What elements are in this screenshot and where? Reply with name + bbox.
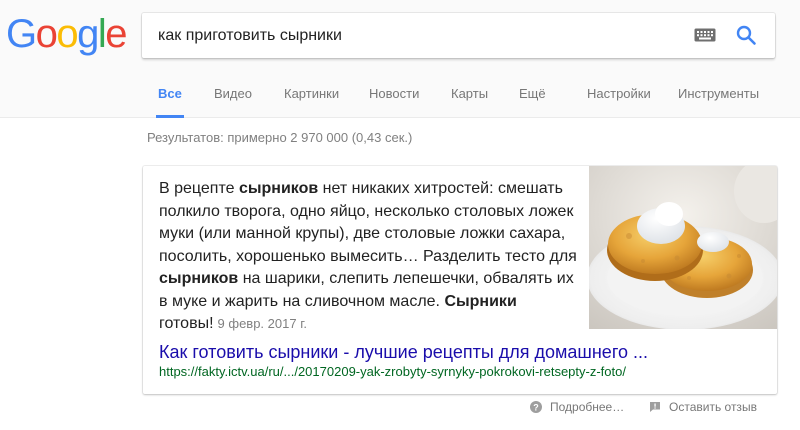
tab-all[interactable]: Все: [156, 72, 184, 118]
more-info-link[interactable]: ? Подробнее…: [530, 400, 624, 414]
svg-text:?: ?: [533, 403, 539, 413]
tab-settings[interactable]: Настройки: [587, 72, 651, 118]
snippet-part: готовы!: [159, 315, 214, 332]
syrniki-photo[interactable]: [589, 166, 777, 329]
logo-letter: o: [56, 12, 78, 56]
result-title-link[interactable]: Как готовить сырники - лучшие рецепты дл…: [159, 342, 648, 363]
logo-letter: l: [97, 12, 107, 56]
tab-news[interactable]: Новости: [369, 72, 419, 118]
header: Google Все Видео Картинки Новости Карты …: [0, 0, 800, 118]
result-stats: Результатов: примерно 2 970 000 (0,43 се…: [147, 130, 413, 145]
logo-letter: G: [6, 12, 37, 56]
help-icon: ?: [530, 401, 542, 413]
snippet-highlight: сырников: [159, 270, 239, 287]
logo-letter: o: [35, 12, 58, 56]
search-input[interactable]: [158, 13, 678, 58]
snippet-highlight: сырников: [238, 180, 319, 197]
tab-more[interactable]: Ещё: [519, 72, 546, 118]
feedback-label: Оставить отзыв: [669, 400, 757, 414]
result-url[interactable]: https://fakty.ictv.ua/ru/.../20170209-ya…: [159, 364, 626, 379]
snippet-text: В рецепте сырников нет никаких хитростей…: [159, 178, 579, 336]
tab-video[interactable]: Видео: [214, 72, 252, 118]
logo-letter: g: [77, 12, 99, 56]
search-box: [142, 13, 775, 58]
google-logo[interactable]: Google: [6, 10, 127, 58]
feedback-icon: [650, 402, 660, 412]
logo-letter: e: [105, 12, 127, 56]
more-info-label: Подробнее…: [550, 400, 625, 414]
tab-tools[interactable]: Инструменты: [678, 72, 759, 118]
featured-snippet: В рецепте сырников нет никаких хитростей…: [143, 166, 777, 394]
search-tabs: Все Видео Картинки Новости Карты Ещё Нас…: [0, 72, 800, 118]
search-icon[interactable]: [735, 24, 757, 46]
snippet-part: В рецепте: [159, 180, 239, 197]
tab-images[interactable]: Картинки: [284, 72, 339, 118]
snippet-highlight: Сырники: [444, 292, 517, 310]
snippet-date: 9 февр. 2017 г.: [217, 316, 307, 331]
tab-maps[interactable]: Карты: [451, 72, 488, 118]
feedback-link[interactable]: Оставить отзыв: [649, 400, 757, 414]
keyboard-icon[interactable]: [694, 28, 716, 42]
